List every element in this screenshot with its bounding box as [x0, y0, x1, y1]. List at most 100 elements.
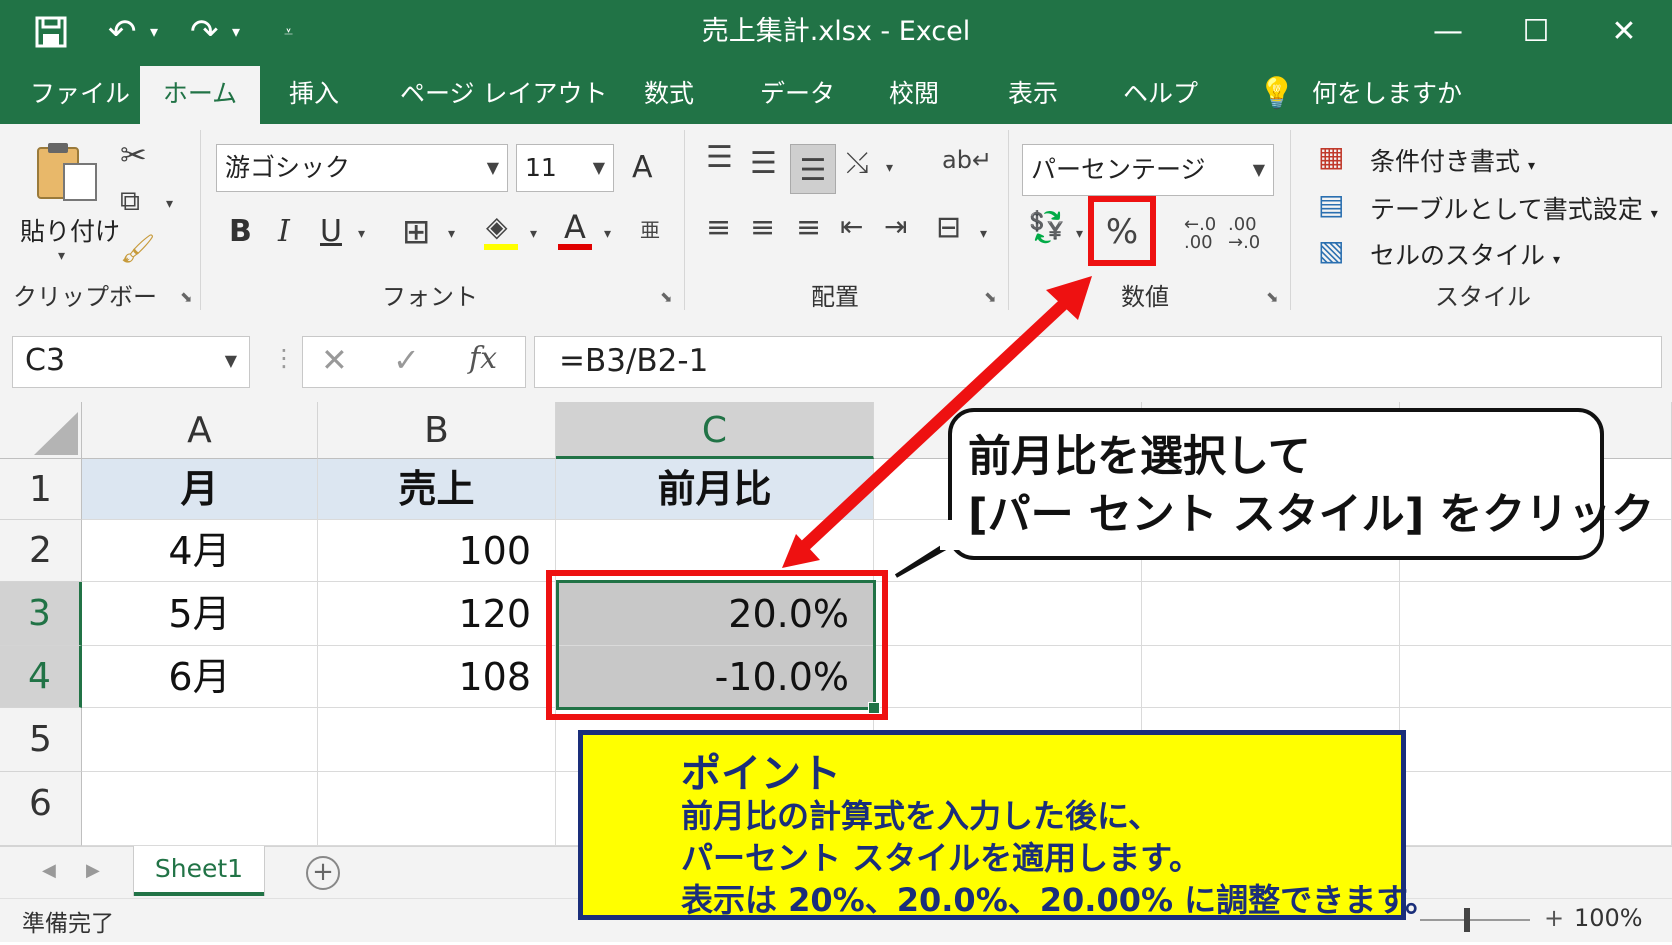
align-top-icon[interactable]: ☰	[706, 140, 733, 175]
paste-dropdown-icon[interactable]: ▾	[58, 248, 65, 264]
increase-indent-icon[interactable]: ⇥	[884, 210, 907, 243]
add-sheet-button[interactable]: +	[306, 856, 340, 890]
cell-e3[interactable]	[1142, 582, 1400, 646]
cell-styles-button[interactable]: セルのスタイル ▾	[1370, 236, 1560, 272]
tab-help[interactable]: ヘルプ	[1123, 64, 1198, 124]
maximize-button[interactable]: ☐	[1506, 0, 1566, 64]
cut-icon[interactable]: ✂	[120, 136, 147, 174]
cell-b1[interactable]: 売上	[318, 459, 556, 520]
copy-dropdown-icon[interactable]: ▾	[166, 196, 173, 212]
italic-button[interactable]: I	[278, 214, 290, 249]
copy-icon[interactable]: ⧉	[120, 184, 140, 218]
zoom-level[interactable]: 100%	[1574, 904, 1643, 932]
font-launcher-icon[interactable]: ⬊	[660, 288, 673, 306]
alignment-launcher-icon[interactable]: ⬊	[984, 288, 997, 306]
conditional-format-icon[interactable]: ▦	[1318, 140, 1344, 173]
clipboard-launcher-icon[interactable]: ⬊	[180, 288, 193, 306]
paste-label[interactable]: 貼り付け	[20, 212, 120, 248]
tab-view[interactable]: 表示	[1008, 64, 1058, 124]
cell-a1[interactable]: 月	[82, 459, 318, 520]
decrease-indent-icon[interactable]: ⇤	[840, 210, 863, 243]
cell-d3[interactable]	[874, 582, 1142, 646]
row-header-1[interactable]: 1	[0, 459, 82, 520]
cell-c1[interactable]: 前月比	[556, 459, 874, 520]
align-bottom-icon[interactable]: ☰	[790, 144, 836, 194]
row-header-5[interactable]: 5	[0, 708, 82, 772]
number-format-combo[interactable]: パーセンテージ ▼	[1022, 144, 1274, 196]
bold-button[interactable]: B	[229, 214, 252, 249]
percent-style-button[interactable]: %	[1092, 212, 1152, 252]
format-as-table-icon[interactable]: ▤	[1318, 188, 1344, 221]
borders-dropdown-icon[interactable]: ▾	[448, 226, 455, 242]
tab-insert[interactable]: 挿入	[289, 64, 339, 124]
underline-button[interactable]: U	[320, 214, 342, 249]
cell-f6[interactable]	[1400, 772, 1672, 846]
insert-function-icon[interactable]: fx	[469, 341, 497, 376]
cell-styles-icon[interactable]: ▧	[1318, 234, 1344, 267]
paste-icon[interactable]	[34, 140, 100, 206]
tab-file[interactable]: ファイル	[30, 64, 130, 124]
formula-input[interactable]: =B3/B2-1	[534, 336, 1662, 388]
align-center-icon[interactable]: ≡	[750, 210, 775, 245]
font-name-combo[interactable]: 游ゴシック ▼	[216, 144, 508, 192]
name-box[interactable]: C3 ▼	[12, 336, 250, 388]
phonetic-icon[interactable]: 亜	[640, 214, 660, 243]
cell-a5[interactable]	[82, 708, 318, 772]
row-header-3[interactable]: 3	[0, 582, 82, 646]
increase-decimal-icon[interactable]: ←.0 .00	[1184, 216, 1216, 252]
merge-center-icon[interactable]: ⊟	[936, 210, 961, 245]
cell-b3[interactable]: 120	[318, 582, 556, 646]
cell-a2[interactable]: 4月	[82, 520, 318, 582]
fill-color-dropdown-icon[interactable]: ▾	[530, 226, 537, 242]
font-color-dropdown-icon[interactable]: ▾	[604, 226, 611, 242]
column-header-a[interactable]: A	[82, 402, 318, 459]
orientation-dropdown-icon[interactable]: ▾	[886, 160, 893, 176]
tab-data[interactable]: データ	[760, 64, 835, 124]
tab-formulas[interactable]: 数式	[644, 64, 694, 124]
select-all-corner[interactable]	[0, 402, 82, 459]
fill-color-icon[interactable]: ◈	[486, 210, 508, 243]
tab-page-layout[interactable]: ページ レイアウト	[400, 64, 607, 124]
minimize-button[interactable]: —	[1418, 0, 1478, 64]
close-button[interactable]: ✕	[1594, 0, 1654, 64]
cell-b5[interactable]	[318, 708, 556, 772]
column-header-c[interactable]: C	[556, 402, 874, 459]
font-color-button[interactable]: A	[564, 208, 586, 246]
cell-a3[interactable]: 5月	[82, 582, 318, 646]
grow-font-icon[interactable]: A	[632, 150, 653, 185]
row-header-4[interactable]: 4	[0, 646, 82, 708]
column-header-b[interactable]: B	[318, 402, 556, 459]
orientation-icon[interactable]: ⤯	[846, 146, 868, 180]
row-header-6[interactable]: 6	[0, 772, 82, 846]
zoom-slider-thumb[interactable]	[1464, 908, 1470, 932]
cell-e4[interactable]	[1142, 646, 1400, 708]
cell-a6[interactable]	[82, 772, 318, 846]
merge-dropdown-icon[interactable]: ▾	[980, 226, 987, 242]
accounting-format-icon[interactable]: 💱	[1028, 210, 1065, 245]
sheet-nav-prev-icon[interactable]: ◀	[42, 860, 56, 881]
format-as-table-button[interactable]: テーブルとして書式設定 ▾	[1370, 190, 1658, 226]
decrease-decimal-icon[interactable]: .00 →.0	[1228, 216, 1260, 252]
conditional-format-button[interactable]: 条件付き書式 ▾	[1370, 142, 1535, 178]
underline-dropdown-icon[interactable]: ▾	[358, 226, 365, 242]
sheet-nav-next-icon[interactable]: ▶	[86, 860, 100, 881]
format-painter-icon[interactable]: 🖌	[120, 232, 156, 265]
tab-home[interactable]: ホーム	[140, 66, 260, 124]
cell-a4[interactable]: 6月	[82, 646, 318, 708]
cell-f4[interactable]	[1400, 646, 1672, 708]
font-size-combo[interactable]: 11 ▼	[516, 144, 614, 192]
align-right-icon[interactable]: ≡	[796, 210, 821, 245]
wrap-text-icon[interactable]: ab↵	[942, 146, 992, 174]
cell-b4[interactable]: 108	[318, 646, 556, 708]
row-header-2[interactable]: 2	[0, 520, 82, 582]
cell-f3[interactable]	[1400, 582, 1672, 646]
align-left-icon[interactable]: ≡	[706, 210, 731, 245]
cell-b6[interactable]	[318, 772, 556, 846]
zoom-in-button[interactable]: +	[1544, 904, 1564, 932]
tell-me-search[interactable]: 何をしますか	[1312, 64, 1462, 124]
borders-icon[interactable]: ⊞	[402, 212, 431, 252]
cell-d4[interactable]	[874, 646, 1142, 708]
cell-b2[interactable]: 100	[318, 520, 556, 582]
enter-icon[interactable]: ✓	[393, 341, 420, 379]
cancel-icon[interactable]: ✕	[321, 341, 348, 379]
